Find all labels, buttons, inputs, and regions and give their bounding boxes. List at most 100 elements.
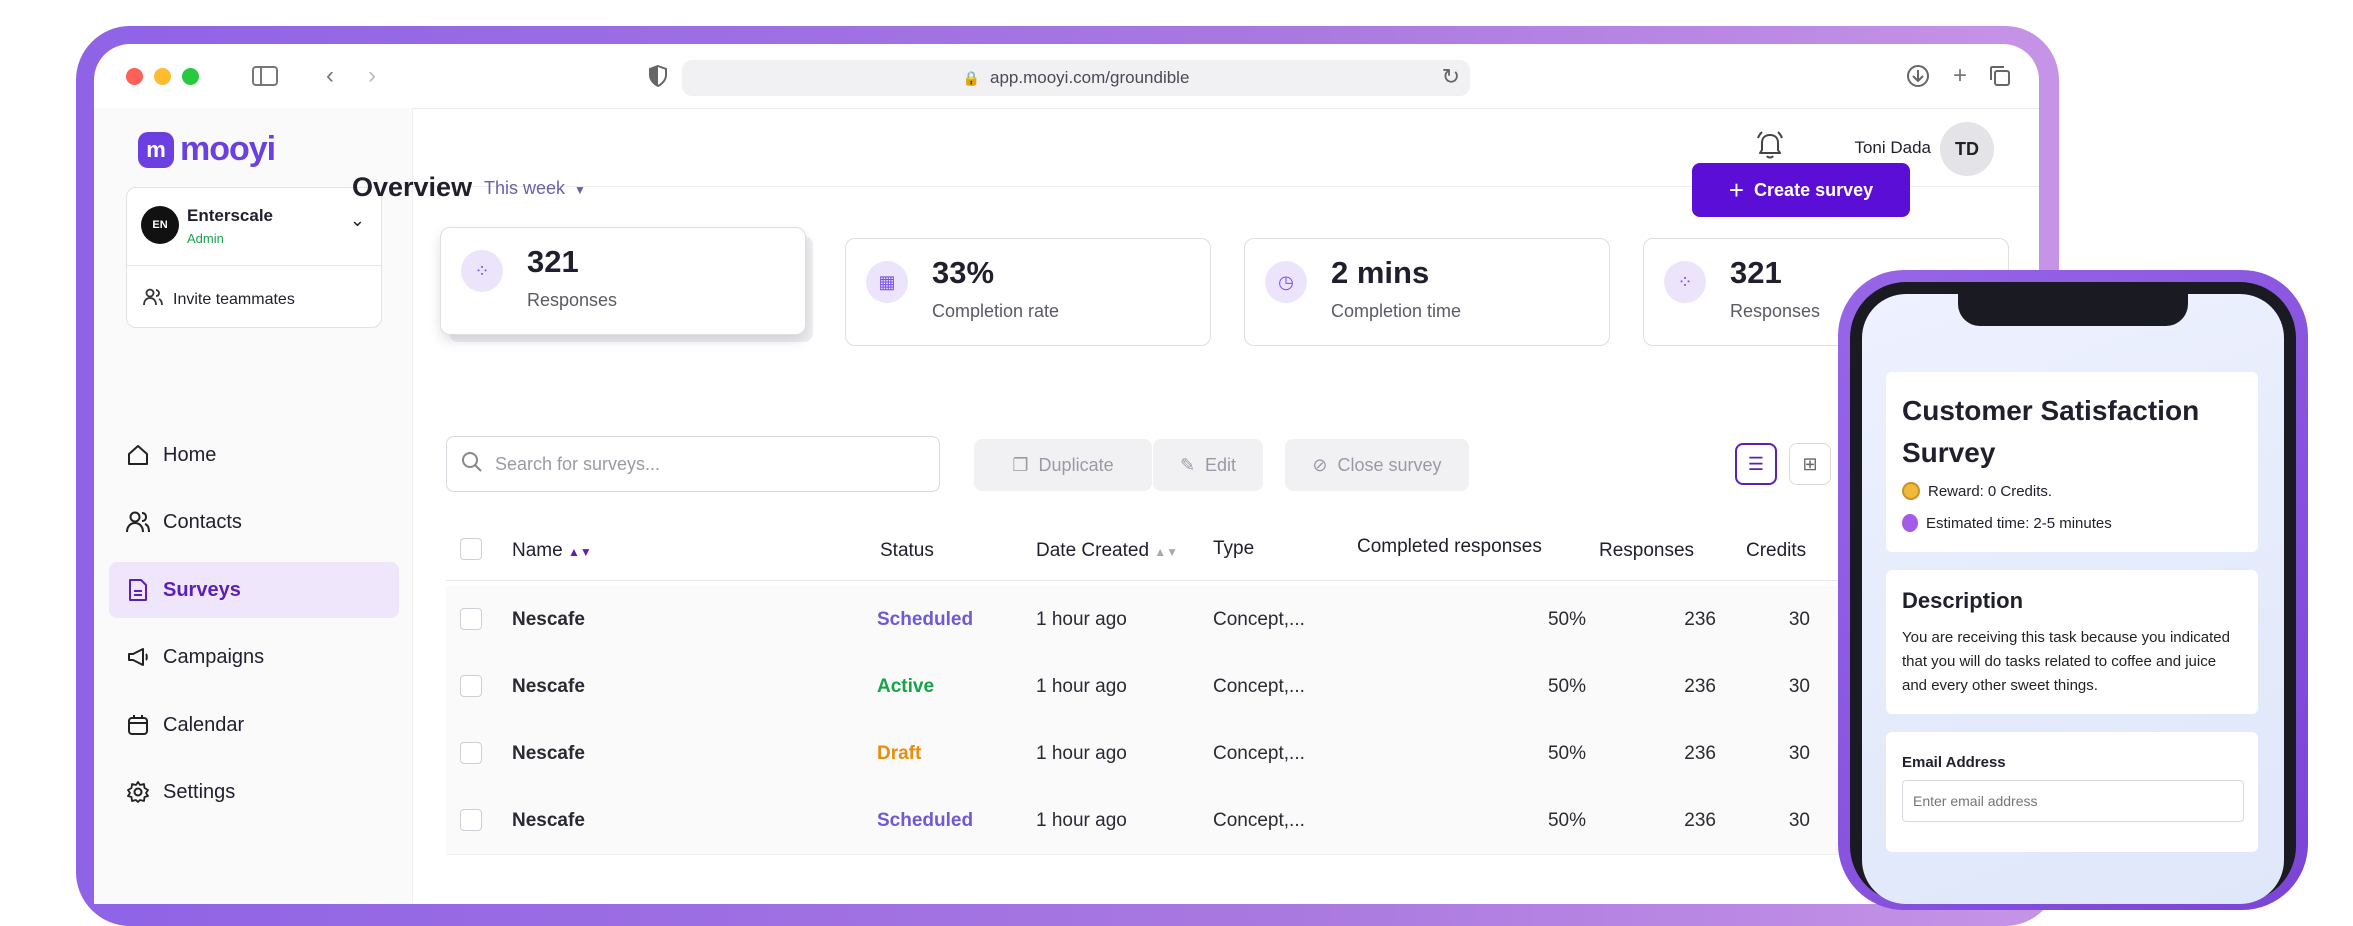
credits-count: 30 [1788,743,1810,764]
sidebar-toggle-icon[interactable] [250,62,280,90]
sidebar-item-label: Settings [163,780,236,803]
reload-icon[interactable]: ↻ [1442,64,1460,90]
create-survey-label: Create survey [1754,179,1874,200]
reward-label: Reward: [1928,482,1984,500]
table-row[interactable]: Nescafe Scheduled 1 hour ago Concept,... 50%… [446,787,1926,855]
time-value: 2-5 minutes [2033,514,2112,532]
completed-responses: 50% [1547,609,1586,630]
stopwatch-icon: ◷ [1265,261,1307,303]
stat-card-completion-time[interactable]: ◷ 2 mins Completion time [1244,238,1610,346]
table-header: Name ▲▼ Status Date Created ▲▼ Type Comp… [446,520,1926,581]
sidebar: m mooyi EN Enterscale Admin ⌄ Invite tea… [94,108,413,904]
sidebar-item-calendar[interactable]: Calendar [109,697,399,753]
sidebar-item-home[interactable]: Home [109,427,399,483]
survey-type: Concept,... [1213,743,1305,764]
survey-type: Concept,... [1213,810,1305,831]
table-row[interactable]: Nescafe Scheduled 1 hour ago Concept,... 50%… [446,586,1926,654]
column-credits[interactable]: Credits [1746,540,1806,562]
stopwatch-icon [1902,514,1918,532]
responses-count: 236 [1684,676,1716,697]
row-checkbox[interactable] [460,608,482,630]
sidebar-item-label: Calendar [163,713,245,736]
period-dropdown[interactable]: This week ▼ [484,178,586,199]
home-icon [125,442,151,468]
sidebar-item-contacts[interactable]: Contacts [109,494,399,550]
edit-label: Edit [1205,454,1237,475]
responses-count: 236 [1684,743,1716,764]
avatar[interactable]: TD [1940,122,1994,176]
edit-button[interactable]: ✎ Edit [1153,439,1263,491]
org-name[interactable]: Enterscale [187,206,273,226]
sidebar-item-label: Campaigns [163,645,265,668]
org-switcher: EN Enterscale Admin ⌄ Invite teammates [126,187,382,328]
mooyi-logo[interactable]: m mooyi [138,130,276,169]
duplicate-label: Duplicate [1038,454,1114,475]
column-name[interactable]: Name ▲▼ [512,540,592,562]
credits-count: 30 [1788,810,1810,831]
select-all-checkbox[interactable] [460,538,482,560]
column-type[interactable]: Type [1213,538,1254,560]
forward-icon[interactable]: › [362,62,382,90]
survey-name[interactable]: Nescafe [512,810,585,832]
chevron-down-icon[interactable]: ⌄ [350,210,365,231]
column-responses[interactable]: Responses [1599,540,1694,562]
close-survey-label: Close survey [1337,454,1442,475]
create-survey-button[interactable]: + Create survey [1692,163,1910,217]
sidebar-item-settings[interactable]: Settings [109,764,399,820]
list-view-toggle[interactable]: ☰ [1735,443,1777,485]
email-field[interactable] [1902,780,2244,822]
close-window-button[interactable] [126,68,143,85]
column-completed-responses[interactable]: Completed responses [1357,536,1542,558]
org-role: Admin [187,231,224,246]
row-checkbox[interactable] [460,675,482,697]
address-bar[interactable]: 🔒 app.mooyi.com/groundible ↻ [682,60,1470,96]
pencil-icon: ✎ [1179,454,1196,475]
survey-name[interactable]: Nescafe [512,743,585,765]
stat-value: 321 [527,244,579,279]
row-checkbox[interactable] [460,809,482,831]
date-created: 1 hour ago [1036,810,1127,831]
browser-chrome: ‹ › 🔒 app.mooyi.com/groundible ↻ + [94,44,2039,109]
column-status[interactable]: Status [880,540,934,562]
new-tab-icon[interactable]: + [1946,62,1974,90]
org-avatar: EN [141,206,179,244]
stat-card-completion-rate[interactable]: ▦ 33% Completion rate [845,238,1211,346]
search-box [446,436,940,492]
survey-info-card: Customer Satisfaction Survey Reward: 0 C… [1886,372,2258,552]
user-name[interactable]: Toni Dada [1854,138,1931,158]
column-date-created[interactable]: Date Created ▲▼ [1036,540,1178,562]
period-label: This week [484,178,566,198]
table-row[interactable]: Nescafe Active 1 hour ago Concept,... 50% 236… [446,653,1926,721]
survey-name[interactable]: Nescafe [512,609,585,631]
list-view-icon: ☰ [1747,453,1765,474]
stat-label: Responses [527,290,618,310]
description-card: Description You are receiving this task … [1886,570,2258,714]
contacts-icon [125,509,151,535]
zoom-window-button[interactable] [182,68,199,85]
close-survey-button[interactable]: ⊘ Close survey [1285,439,1469,491]
caret-down-icon: ▼ [574,183,586,197]
bell-icon[interactable] [1756,130,1784,167]
download-icon[interactable] [1904,62,1932,90]
tabs-overview-icon[interactable] [1986,62,2014,90]
minimize-window-button[interactable] [154,68,171,85]
email-label: Email Address [1902,754,2006,771]
chart-icon: ▦ [866,261,908,303]
back-icon[interactable]: ‹ [320,62,340,90]
sidebar-item-surveys[interactable]: Surveys [109,562,399,618]
duplicate-button[interactable]: ❐ Duplicate [974,439,1152,491]
row-checkbox[interactable] [460,742,482,764]
stat-label: Responses [1730,301,1821,321]
completed-responses: 50% [1547,676,1586,697]
invite-teammates-button[interactable]: Invite teammates [143,288,295,311]
grid-view-icon: ⊞ [1802,453,1818,474]
reward-row: Reward: 0 Credits. [1902,482,2052,500]
completed-responses: 50% [1547,810,1586,831]
survey-name[interactable]: Nescafe [512,676,585,698]
table-row[interactable]: Nescafe Draft 1 hour ago Concept,... 50% 236 3… [446,720,1926,788]
grid-view-toggle[interactable]: ⊞ [1789,443,1831,485]
sidebar-item-campaigns[interactable]: Campaigns [109,629,399,685]
url-text: app.mooyi.com/groundible [990,68,1190,87]
search-input[interactable] [493,452,917,476]
stat-card-responses[interactable]: ⁘ 321 Responses [440,227,806,335]
